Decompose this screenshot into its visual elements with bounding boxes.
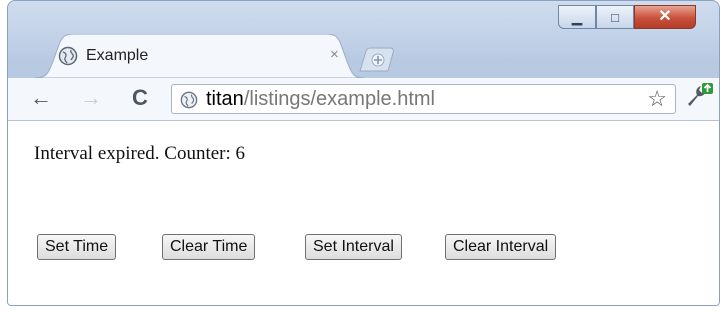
back-button[interactable]: ← <box>30 84 52 112</box>
forward-button[interactable]: → <box>80 84 102 112</box>
browser-window: ▁ □ ✕ Example × ← → C titan/listings/exa… <box>7 0 720 306</box>
new-tab-button[interactable] <box>358 47 398 78</box>
url-host: titan <box>206 88 244 110</box>
toolbar: ← → C titan/listings/example.html ☆ <box>8 78 719 121</box>
close-button[interactable]: ✕ <box>634 5 696 29</box>
window-controls: ▁ □ ✕ <box>558 5 696 31</box>
minimize-button[interactable]: ▁ <box>558 5 596 29</box>
wrench-menu-icon[interactable] <box>684 82 714 117</box>
tab-title: Example <box>86 47 149 64</box>
maximize-button[interactable]: □ <box>596 5 634 29</box>
page-content: Interval expired. Counter: 6 Set Time Cl… <box>8 121 719 305</box>
page-info-icon[interactable] <box>180 91 198 114</box>
tab-example[interactable]: Example × <box>34 34 364 78</box>
minimize-icon: ▁ <box>572 9 582 25</box>
clear-time-button[interactable]: Clear Time <box>162 234 256 260</box>
url-text: titan/listings/example.html <box>206 87 435 111</box>
status-message: Interval expired. Counter: 6 <box>34 143 246 164</box>
close-icon: ✕ <box>658 8 672 25</box>
set-interval-button[interactable]: Set Interval <box>305 234 402 260</box>
tab-close-icon[interactable]: × <box>330 46 339 63</box>
tab-shape <box>34 34 364 78</box>
url-path: /listings/example.html <box>243 88 435 110</box>
bookmark-star-icon[interactable]: ☆ <box>647 86 667 112</box>
maximize-icon: □ <box>611 9 619 25</box>
reload-button[interactable]: C <box>132 84 148 112</box>
clear-interval-button[interactable]: Clear Interval <box>445 234 557 260</box>
address-bar[interactable]: titan/listings/example.html ☆ <box>171 84 676 114</box>
set-time-button[interactable]: Set Time <box>37 234 117 260</box>
